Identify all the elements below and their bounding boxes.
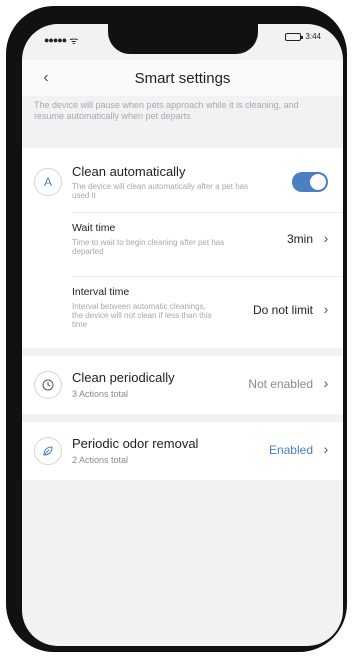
periodic-clean-row[interactable]: Clean periodically 3 Actions total Not e… <box>22 356 343 414</box>
auto-clean-card: A Clean automatically The device will cl… <box>22 148 343 348</box>
wait-time-description: Time to wait to begin cleaning after pet… <box>72 238 225 256</box>
chevron-right-icon: › <box>323 441 329 457</box>
odor-removal-title: Periodic odor removal <box>72 436 199 451</box>
interval-time-title: Interval time <box>72 286 130 298</box>
auto-clean-toggle[interactable] <box>292 172 328 192</box>
clock-icon <box>34 371 62 399</box>
leaf-icon <box>34 437 62 465</box>
wait-time-title: Wait time <box>72 222 116 234</box>
chevron-right-icon: › <box>323 301 329 317</box>
chevron-left-icon: ‹ <box>43 69 49 86</box>
phone-frame: ●●●●● ᯤ 3:44 ‹ Smart settings The device… <box>6 6 347 652</box>
screen: ●●●●● ᯤ 3:44 ‹ Smart settings The device… <box>22 24 343 646</box>
toggle-knob <box>310 174 326 190</box>
auto-clean-icon: A <box>34 168 62 196</box>
signal-icon: ●●●●● <box>44 35 67 45</box>
status-right: 3:44 <box>285 32 321 41</box>
page-title: Smart settings <box>134 69 231 87</box>
battery-icon <box>285 32 304 41</box>
odor-removal-status: Enabled <box>268 443 313 457</box>
chevron-right-icon: › <box>323 375 329 391</box>
odor-removal-row[interactable]: Periodic odor removal 2 Actions total En… <box>22 422 343 480</box>
auto-clean-title: Clean automatically <box>72 164 186 179</box>
interval-time-value: Do not limit <box>252 303 313 317</box>
auto-clean-description: The device will clean automatically afte… <box>72 182 249 200</box>
chevron-right-icon: › <box>323 230 329 246</box>
intro-text: The device will pause when pets approach… <box>34 100 299 121</box>
status-time: 3:44 <box>305 32 321 41</box>
wifi-icon: ᯤ <box>69 36 79 47</box>
wait-time-value: 3min <box>286 232 313 246</box>
periodic-clean-title: Clean periodically <box>72 370 175 385</box>
divider <box>72 276 343 277</box>
notch <box>108 24 258 54</box>
periodic-clean-status: Not enabled <box>248 377 313 391</box>
interval-time-description: Interval between automatic cleanings, th… <box>72 302 212 329</box>
odor-removal-subtitle: 2 Actions total <box>72 455 129 465</box>
divider <box>72 212 343 213</box>
back-button[interactable]: ‹ <box>36 68 56 88</box>
status-left: ●●●●● ᯤ <box>44 33 78 47</box>
periodic-clean-subtitle: 3 Actions total <box>72 389 129 399</box>
nav-bar: ‹ Smart settings <box>22 60 343 96</box>
